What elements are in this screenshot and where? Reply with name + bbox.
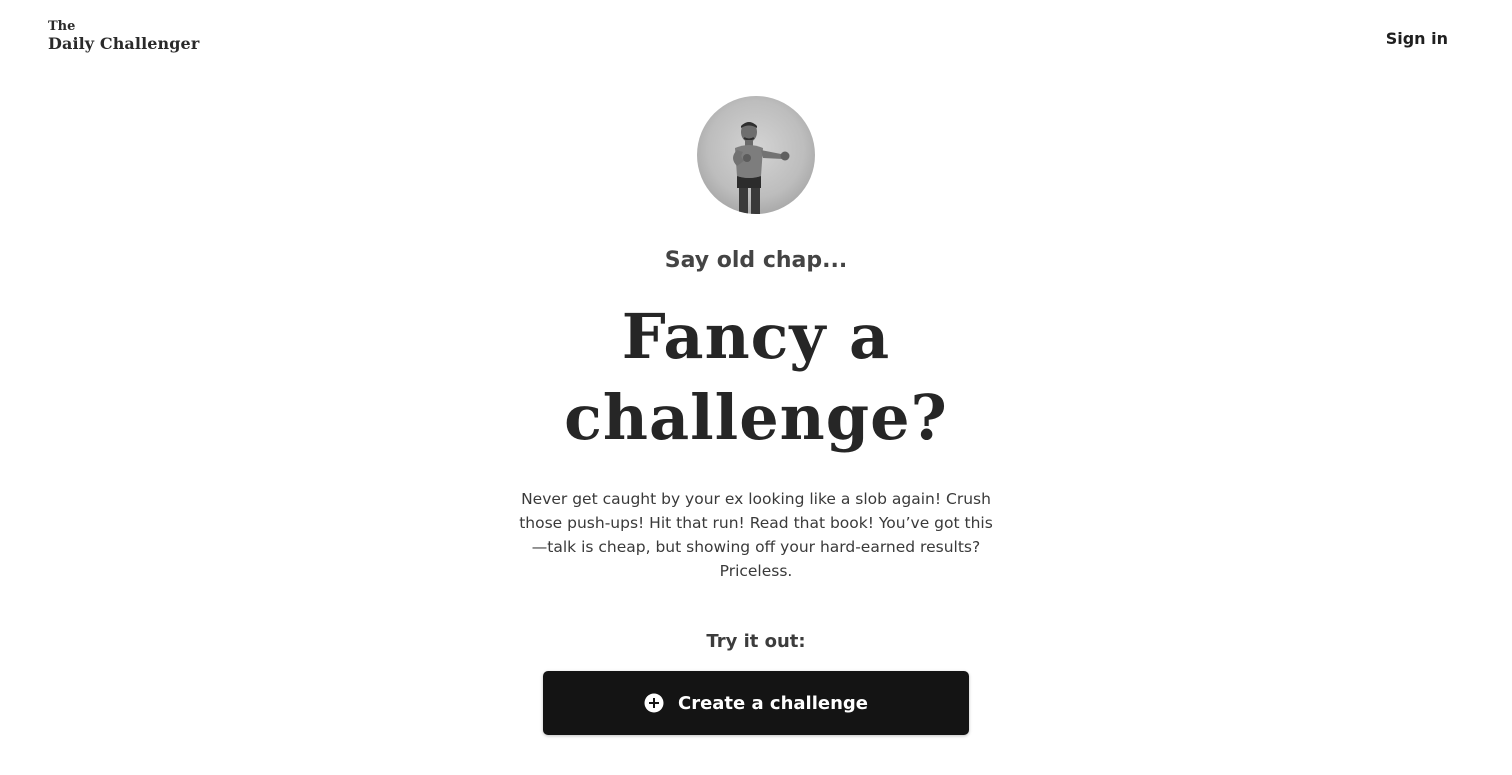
- boxer-avatar-image: [697, 96, 815, 214]
- site-logo[interactable]: The Daily Challenger: [48, 19, 200, 53]
- logo-line-1: The: [48, 19, 76, 34]
- create-challenge-button[interactable]: Create a challenge: [543, 671, 969, 735]
- hero-kicker: Say old chap...: [664, 248, 848, 273]
- plus-circle-icon: [644, 693, 664, 713]
- landing-page: The Daily Challenger Sign in Say old cha…: [0, 0, 1512, 775]
- boxer-illustration: [733, 122, 790, 214]
- create-challenge-label: Create a challenge: [677, 692, 869, 714]
- hero-description: Never get caught by your ex looking like…: [519, 490, 993, 580]
- sign-in-link[interactable]: Sign in: [1386, 29, 1448, 48]
- try-it-label: Try it out:: [706, 631, 806, 652]
- logo-line-2: Daily Challenger: [48, 33, 200, 53]
- hero-headline: Fancy a challenge?: [564, 300, 948, 454]
